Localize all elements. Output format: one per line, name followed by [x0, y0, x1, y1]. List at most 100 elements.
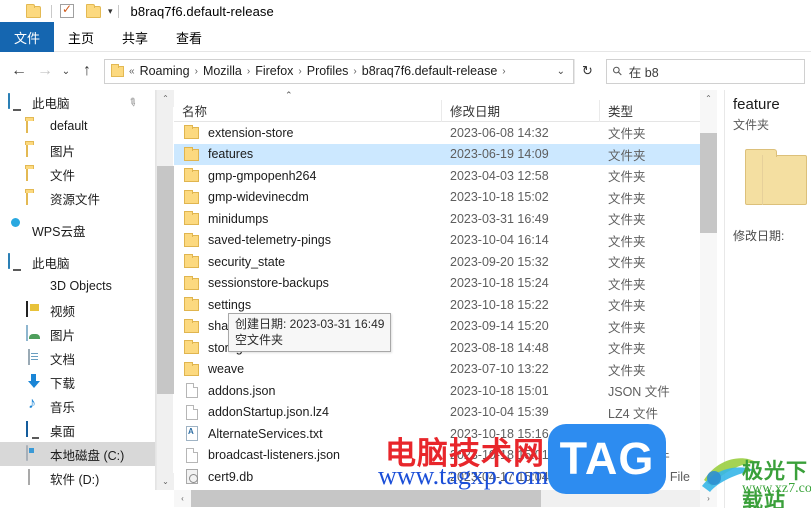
table-row[interactable]: weave 2023-07-10 13:22 文件夹	[174, 359, 700, 381]
tab-file[interactable]: 文件	[0, 22, 55, 52]
json-file-icon	[184, 383, 201, 399]
breadcrumb-item-profiles[interactable]: Profiles	[304, 63, 352, 79]
table-row[interactable]: AlternateServices.txt 2023-10-18 15:16 文…	[174, 423, 700, 445]
file-name-label: features	[208, 147, 254, 162]
address-dropdown-icon[interactable]: ⌄	[553, 66, 569, 77]
file-name-cell: weave	[174, 361, 442, 377]
tab-view[interactable]: 查看	[162, 22, 216, 52]
file-name-label: weave	[208, 362, 245, 377]
sidebar-item-pictures[interactable]: 图片	[0, 322, 155, 346]
file-date-cell: 2023-10-18 15:22	[450, 297, 549, 312]
scroll-left-icon[interactable]: ‹	[174, 490, 191, 507]
breadcrumb-item-roaming[interactable]: Roaming	[137, 63, 193, 79]
recent-locations-button[interactable]: ⌄	[58, 58, 74, 84]
sidebar-item-software-d[interactable]: 软件 (D:)	[0, 466, 155, 490]
sidebar-item-desktop[interactable]: 桌面	[0, 418, 155, 442]
details-folder-icon	[745, 149, 807, 205]
scroll-down-icon[interactable]: ⌄	[700, 473, 717, 490]
sidebar-item-label: 资源文件	[50, 192, 101, 207]
sidebar-item-files-qa[interactable]: 文件	[0, 162, 155, 186]
sidebar-item-default[interactable]: default	[0, 114, 155, 138]
sidebar-item-resources-qa[interactable]: 资源文件	[0, 186, 155, 210]
table-row[interactable]: cert9.db 2023-04-17 15:04 Data Base File	[174, 466, 700, 488]
folder-icon	[26, 117, 44, 134]
file-list-hscrollbar[interactable]: ‹ ›	[174, 490, 717, 507]
file-date-cell: 2023-04-03 12:58	[450, 168, 549, 183]
download-icon	[26, 374, 44, 390]
file-date-cell: 2023-04-17 15:04	[450, 469, 549, 484]
table-row[interactable]: gmp-widevinecdm 2023-10-18 15:02 文件夹	[174, 187, 700, 209]
refresh-button[interactable]: ↻	[574, 58, 600, 84]
scrollbar-thumb[interactable]	[700, 133, 717, 233]
table-row[interactable]: security_state 2023-09-20 15:32 文件夹	[174, 251, 700, 273]
breadcrumb-item-mozilla[interactable]: Mozilla	[200, 63, 245, 79]
file-name-cell: settings	[174, 297, 442, 312]
sidebar-item-documents[interactable]: 文档	[0, 346, 155, 370]
properties-icon[interactable]	[60, 2, 76, 19]
sidebar-item-this-pc[interactable]: 此电脑	[0, 250, 155, 274]
file-type-cell: 文件夹	[608, 234, 646, 249]
scrollbar-thumb[interactable]	[157, 166, 174, 394]
sidebar-item-label: 软件 (D:)	[50, 472, 100, 487]
sidebar-item-label: 图片	[50, 328, 76, 343]
navigation-pane: 此电脑 ✎ default 图片 文件 资源文件 WPS云盘 此电脑 3D Ob…	[0, 90, 156, 490]
search-input[interactable]: ⚲ 在 b8	[606, 58, 805, 84]
navigation-pane-scrollbar[interactable]: ⌃ ⌄	[156, 90, 174, 490]
table-row[interactable]: addonStartup.json.lz4 2023-10-04 15:39 L…	[174, 402, 700, 424]
file-name-label: sessionstore-backups	[208, 276, 329, 291]
file-name-cell: features	[174, 146, 442, 162]
tab-share[interactable]: 共享	[108, 22, 162, 52]
table-row[interactable]: gmp-gmpopenh264 2023-04-03 12:58 文件夹	[174, 165, 700, 187]
lz4-file-icon	[184, 404, 201, 420]
breadcrumb-separator: ›	[246, 65, 251, 77]
hscrollbar-track[interactable]	[191, 490, 700, 507]
sidebar-item-local-disk-c[interactable]: 本地磁盘 (C:)	[0, 442, 155, 466]
file-list-scrollbar[interactable]: ⌃ ⌄	[700, 90, 717, 490]
table-row[interactable]: minidumps 2023-03-31 16:49 文件夹	[174, 208, 700, 230]
pin-icon[interactable]: ✎	[125, 94, 140, 110]
forward-button[interactable]: →	[32, 58, 58, 84]
file-type-cell: Data Base File	[608, 469, 690, 484]
breadcrumb-item-profile[interactable]: b8raq7f6.default-release	[359, 63, 501, 79]
column-header-type[interactable]: 类型	[600, 100, 700, 122]
quick-access-folder-icon[interactable]	[26, 3, 42, 19]
tab-home[interactable]: 主页	[54, 22, 108, 52]
sidebar-item-wps-cloud[interactable]: WPS云盘	[0, 218, 155, 242]
sidebar-item-music[interactable]: 音乐	[0, 394, 155, 418]
scroll-down-icon[interactable]: ⌄	[157, 473, 174, 490]
file-type-cell: LZ4 文件	[608, 406, 659, 421]
file-date-cell: 2023-10-18 15:16	[450, 426, 549, 441]
breadcrumb-item-firefox[interactable]: Firefox	[252, 63, 296, 79]
table-row[interactable]: extension-store 2023-06-08 14:32 文件夹	[174, 122, 700, 144]
sidebar-item-3d-objects[interactable]: 3D Objects	[0, 274, 155, 298]
column-header-date[interactable]: 修改日期	[442, 99, 600, 122]
up-button[interactable]: ↑	[74, 58, 100, 84]
sidebar-item-quick-access[interactable]: 此电脑 ✎	[0, 90, 155, 114]
scroll-up-icon[interactable]: ⌃	[700, 90, 717, 107]
3d-objects-icon	[26, 278, 44, 294]
sidebar-item-label: WPS云盘	[32, 224, 86, 239]
scroll-right-icon[interactable]: ›	[700, 490, 717, 507]
column-header-name[interactable]: 名称	[174, 99, 442, 122]
folder-icon	[184, 125, 201, 140]
hscrollbar-thumb[interactable]	[191, 490, 541, 507]
table-row[interactable]: saved-telemetry-pings 2023-10-04 16:14 文…	[174, 230, 700, 252]
table-row[interactable]: broadcast-listeners.json 2023-10-18 15:0…	[174, 445, 700, 467]
breadcrumb[interactable]: « Roaming › Mozilla › Firefox › Profiles…	[104, 58, 574, 84]
json-file-icon	[184, 447, 201, 463]
sidebar-item-pictures-qa[interactable]: 图片	[0, 138, 155, 162]
table-row-selected[interactable]: features 2023-06-19 14:09 文件夹	[174, 143, 700, 165]
file-name-cell: addons.json	[174, 383, 442, 399]
breadcrumb-separator: ›	[298, 65, 302, 77]
search-icon: ⚲	[609, 62, 626, 80]
table-row[interactable]: sessionstore-backups 2023-10-18 15:24 文件…	[174, 273, 700, 295]
scroll-up-icon[interactable]: ⌃	[157, 90, 174, 107]
sidebar-item-downloads[interactable]: 下载	[0, 370, 155, 394]
table-row[interactable]: addons.json 2023-10-18 15:01 JSON 文件	[174, 380, 700, 402]
breadcrumb-prefix: «	[129, 65, 135, 77]
chevron-down-icon[interactable]: ▾	[108, 6, 113, 17]
sidebar-item-videos[interactable]: 视频	[0, 298, 155, 322]
new-folder-icon[interactable]	[86, 3, 102, 19]
back-button[interactable]: ←	[6, 58, 32, 84]
sidebar-item-label: 下载	[50, 376, 76, 391]
